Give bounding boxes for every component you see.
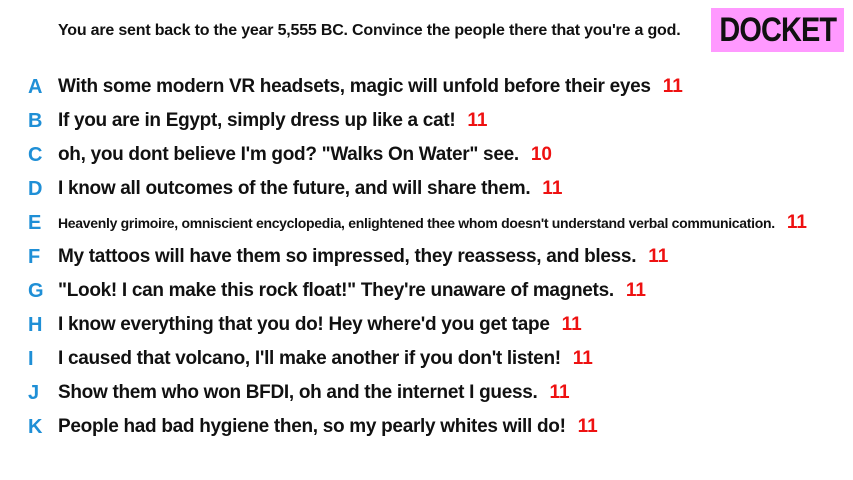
answer-row-d: D I know all outcomes of the future, and… xyxy=(0,172,853,206)
answer-text: People had bad hygiene then, so my pearl… xyxy=(58,416,566,437)
answer-score: 11 xyxy=(572,348,593,369)
answer-content: oh, you dont believe I'm god? "Walks On … xyxy=(58,144,552,166)
answer-text: If you are in Egypt, simply dress up lik… xyxy=(58,110,456,131)
answer-text: My tattoos will have them so impressed, … xyxy=(58,246,637,267)
answer-score: 11 xyxy=(542,178,563,199)
answer-score: 11 xyxy=(786,212,807,233)
answer-text: oh, you dont believe I'm god? "Walks On … xyxy=(58,144,519,165)
answer-text: I caused that volcano, I'll make another… xyxy=(58,348,561,369)
answer-content: If you are in Egypt, simply dress up lik… xyxy=(58,110,488,132)
answer-text: With some modern VR headsets, magic will… xyxy=(58,76,651,97)
answer-letter: J xyxy=(28,381,40,404)
docket-badge-label: DOCKET xyxy=(719,10,837,49)
answer-letter: H xyxy=(28,313,43,336)
answer-row-j: J Show them who won BFDI, oh and the int… xyxy=(0,376,853,410)
answer-score: 11 xyxy=(648,246,669,267)
answer-row-a: A With some modern VR headsets, magic wi… xyxy=(0,70,853,104)
answer-letter: D xyxy=(28,177,43,200)
answer-content: My tattoos will have them so impressed, … xyxy=(58,246,668,268)
answer-content: "Look! I can make this rock float!" They… xyxy=(58,280,646,302)
answer-score: 11 xyxy=(549,382,570,403)
answer-letter: B xyxy=(28,109,43,132)
answer-content: With some modern VR headsets, magic will… xyxy=(58,76,683,98)
answer-row-b: B If you are in Egypt, simply dress up l… xyxy=(0,104,853,138)
answer-row-e: E Heavenly grimoire, omniscient encyclop… xyxy=(0,206,853,240)
answer-score: 11 xyxy=(577,416,598,437)
answer-letter: I xyxy=(28,347,34,370)
answer-content: Show them who won BFDI, oh and the inter… xyxy=(58,382,570,404)
answer-row-c: C oh, you dont believe I'm god? "Walks O… xyxy=(0,138,853,172)
answer-row-k: K People had bad hygiene then, so my pea… xyxy=(0,410,853,444)
answer-letter: K xyxy=(28,415,43,438)
answer-letter: E xyxy=(28,211,42,234)
answer-score: 11 xyxy=(467,110,488,131)
answer-score: 11 xyxy=(662,76,683,97)
answer-text: Heavenly grimoire, omniscient encycloped… xyxy=(58,215,775,231)
answer-letter: A xyxy=(28,75,43,98)
answer-score: 11 xyxy=(625,280,646,301)
answer-score: 11 xyxy=(561,314,582,335)
answer-text: "Look! I can make this rock float!" They… xyxy=(58,280,614,301)
prompt-text: You are sent back to the year 5,555 BC. … xyxy=(58,22,681,39)
answer-letter: F xyxy=(28,245,41,268)
answer-content: I know all outcomes of the future, and w… xyxy=(58,178,562,200)
answer-content: I know everything that you do! Hey where… xyxy=(58,314,582,336)
answer-text: Show them who won BFDI, oh and the inter… xyxy=(58,382,538,403)
answer-content: People had bad hygiene then, so my pearl… xyxy=(58,416,598,438)
answer-letter: G xyxy=(28,279,44,302)
docket-badge: DOCKET xyxy=(711,8,844,52)
answer-text: I know everything that you do! Hey where… xyxy=(58,314,550,335)
answer-score: 10 xyxy=(530,144,552,165)
answer-row-h: H I know everything that you do! Hey whe… xyxy=(0,308,853,342)
answer-content: I caused that volcano, I'll make another… xyxy=(58,348,593,370)
answer-row-g: G "Look! I can make this rock float!" Th… xyxy=(0,274,853,308)
answer-text: I know all outcomes of the future, and w… xyxy=(58,178,531,199)
answer-row-i: I I caused that volcano, I'll make anoth… xyxy=(0,342,853,376)
answer-content: Heavenly grimoire, omniscient encycloped… xyxy=(58,212,807,234)
answer-letter: C xyxy=(28,143,43,166)
answer-row-f: F My tattoos will have them so impressed… xyxy=(0,240,853,274)
